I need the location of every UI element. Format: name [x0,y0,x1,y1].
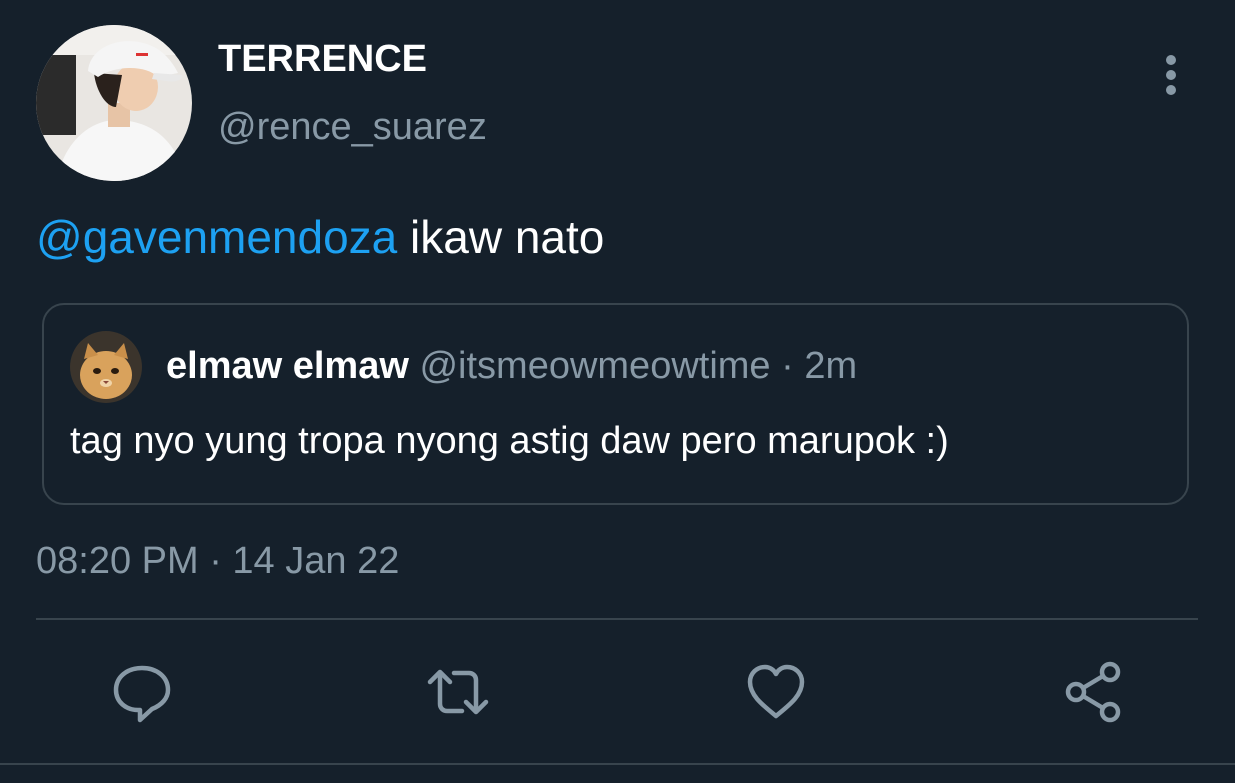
author-handle[interactable]: @rence_suarez [218,106,487,149]
author-display-name[interactable]: TERRENCE [218,38,427,81]
tweet-detail: TERRENCE @rence_suarez @gavenmendoza ika… [0,0,1235,783]
divider [36,618,1198,620]
quoted-tweet-card[interactable]: elmaw elmaw @itsmeowmeowtime · 2m tag ny… [42,303,1189,505]
bottom-divider [0,763,1235,765]
quoted-avatar-image [70,331,142,403]
author-avatar-image [36,25,192,181]
author-avatar[interactable] [36,25,192,181]
retweet-icon [427,669,489,715]
quoted-tweet-text: tag nyo yung tropa nyong astig daw pero … [70,420,949,462]
reply-button[interactable] [110,660,174,724]
retweet-button[interactable] [426,660,490,724]
quoted-tweet-header: elmaw elmaw @itsmeowmeowtime · 2m [166,345,857,388]
share-icon [1065,661,1121,723]
reply-icon [113,665,171,723]
mention-link[interactable]: @gavenmendoza [36,211,397,263]
share-button[interactable] [1062,660,1126,724]
more-options-icon[interactable] [1158,52,1184,98]
tweet-body: ikaw nato [397,211,605,263]
quoted-author-avatar[interactable] [70,331,142,403]
quoted-author-name[interactable]: elmaw elmaw [166,345,409,387]
quoted-author-meta: @itsmeowmeowtime · 2m [408,345,858,387]
tweet-text: @gavenmendoza ikaw nato [36,210,604,264]
tweet-timestamp[interactable]: 08:20 PM · 14 Jan 22 [36,540,399,583]
like-button[interactable] [744,660,808,724]
like-icon [747,664,805,719]
